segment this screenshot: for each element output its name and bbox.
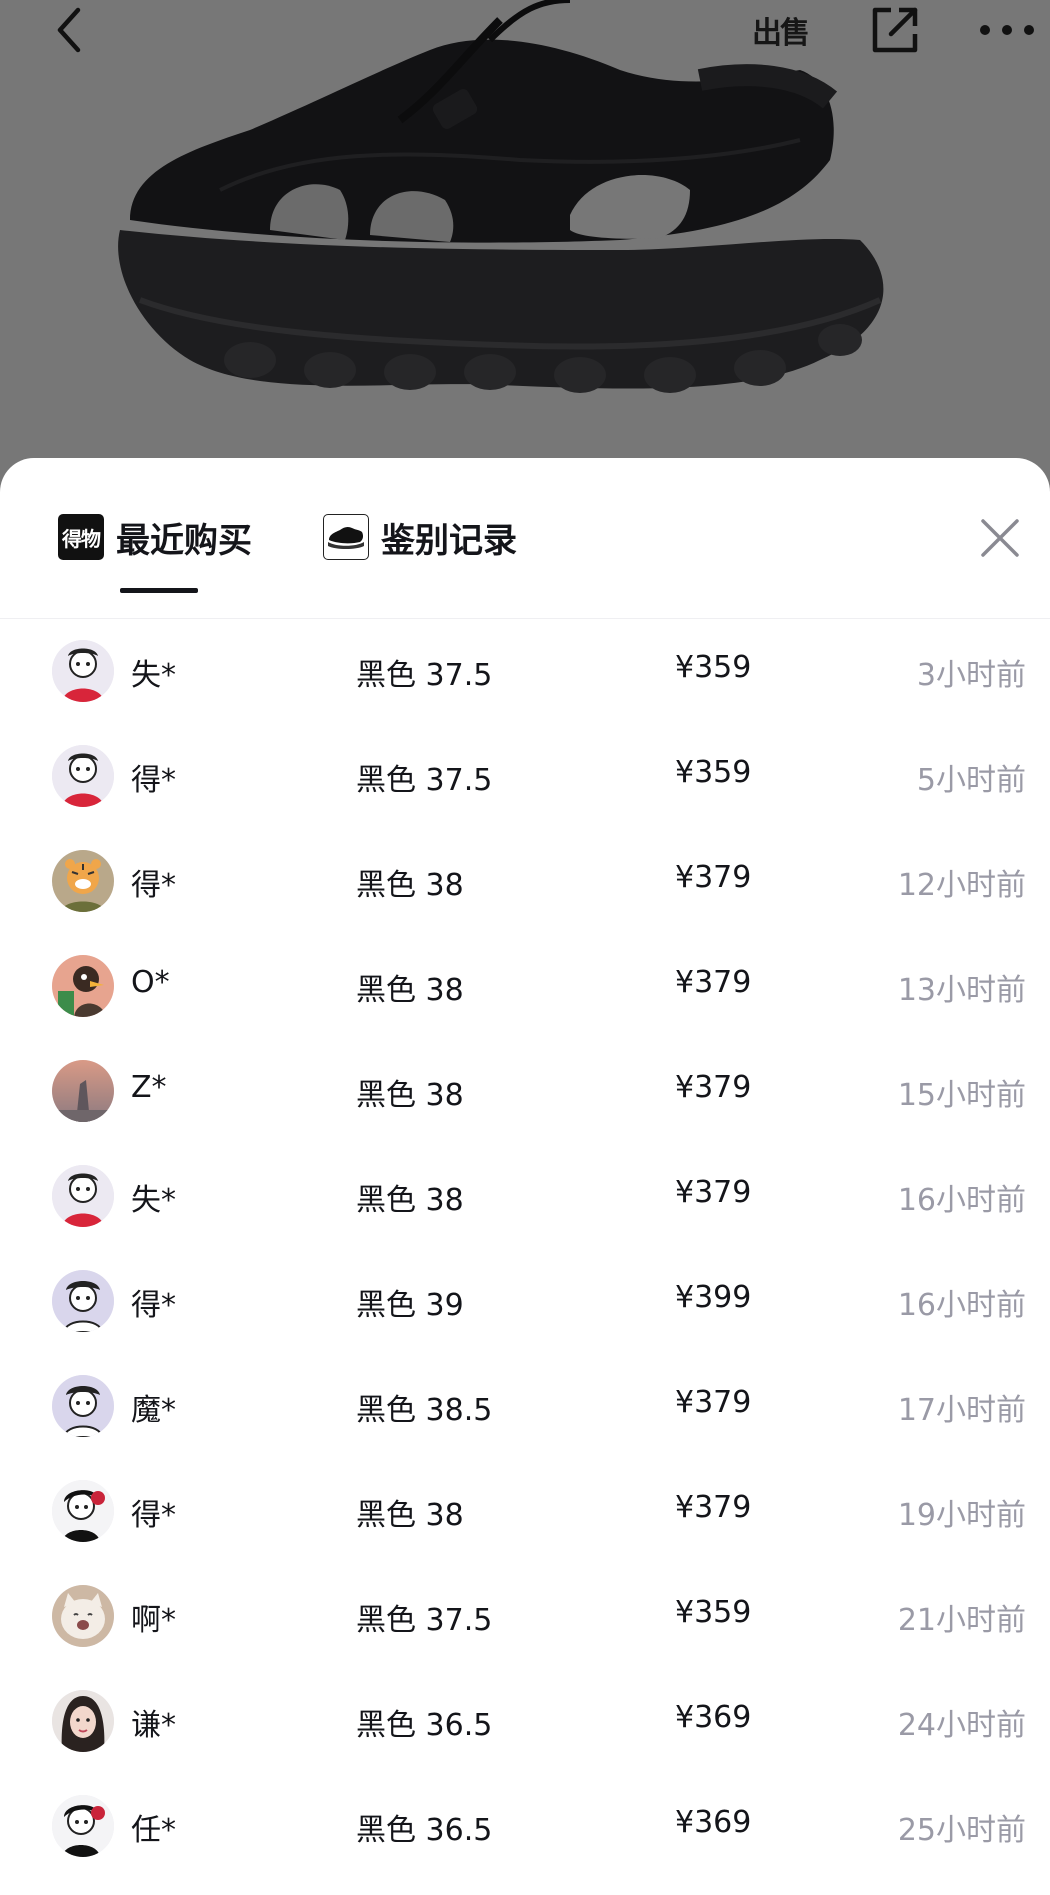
cartoon-lavender-avatar <box>52 1270 114 1332</box>
item-price: ¥359 <box>675 650 752 685</box>
item-price: ¥359 <box>675 1595 752 1630</box>
tiger-avatar <box>52 850 114 912</box>
buyer-name: 啊* <box>131 1603 176 1638</box>
buyer-name: O* <box>131 965 170 1000</box>
purchase-row: 魔* 黑色 38.5 ¥379 17小时前 <box>0 1353 1050 1458</box>
purchase-row: 啊* 黑色 37.5 ¥359 21小时前 <box>0 1563 1050 1668</box>
dewu-logo: 得物 <box>58 514 104 560</box>
purchase-time: 3小时前 <box>916 658 1026 693</box>
buyer-name: 魔* <box>131 1393 176 1428</box>
item-spec: 黑色 38 <box>356 1498 464 1533</box>
buyer-name: 任* <box>131 1813 176 1848</box>
purchase-row: Z* 黑色 38 ¥379 15小时前 <box>0 1038 1050 1143</box>
back-button[interactable] <box>40 0 100 60</box>
sunset-photo-avatar <box>52 1060 114 1122</box>
purchase-time: 13小时前 <box>897 973 1026 1008</box>
item-spec: 黑色 37.5 <box>356 658 493 693</box>
dewu-logo-text: 得物 <box>62 526 101 551</box>
buyer-name: 得* <box>131 1498 176 1533</box>
purchase-time: 5小时前 <box>916 763 1026 798</box>
item-spec: 黑色 37.5 <box>356 763 493 798</box>
purchase-time: 16小时前 <box>897 1288 1026 1323</box>
close-button[interactable] <box>978 516 1022 560</box>
sell-button[interactable]: 出售 <box>740 0 820 60</box>
purchase-time: 12小时前 <box>897 868 1026 903</box>
purchase-time: 17小时前 <box>897 1393 1026 1428</box>
purchase-row: 得* 黑色 38 ¥379 12小时前 <box>0 828 1050 933</box>
buyer-name: 谦* <box>131 1708 176 1743</box>
buyer-name: 得* <box>131 763 176 798</box>
purchase-row: 失* 黑色 37.5 ¥359 3小时前 <box>0 618 1050 723</box>
item-spec: 黑色 38 <box>356 1183 464 1218</box>
tab-appraisal-records-label: 鉴别记录 <box>381 520 517 561</box>
purchase-row: 失* 黑色 38 ¥379 16小时前 <box>0 1143 1050 1248</box>
share-button[interactable] <box>862 0 928 60</box>
purchase-row: 谦* 黑色 36.5 ¥369 24小时前 <box>0 1668 1050 1773</box>
item-price: ¥369 <box>675 1700 752 1735</box>
shoe-thumbnail-icon <box>323 514 369 560</box>
item-price: ¥379 <box>675 1175 752 1210</box>
item-spec: 黑色 36.5 <box>356 1708 493 1743</box>
tab-appraisal-records[interactable]: 鉴别记录 <box>323 512 517 562</box>
active-tab-indicator <box>120 588 198 593</box>
item-price: ¥399 <box>675 1280 752 1315</box>
purchase-list: 失* 黑色 37.5 ¥359 3小时前 得* 黑色 37.5 ¥359 5小时… <box>0 618 1050 1878</box>
share-external-icon <box>872 7 918 53</box>
buyer-name: Z* <box>131 1070 167 1105</box>
buyer-name: 失* <box>131 658 176 693</box>
close-icon <box>981 519 1019 557</box>
cartoon-bw-avatar <box>52 1795 114 1857</box>
purchase-time: 21小时前 <box>897 1603 1026 1638</box>
item-spec: 黑色 38 <box>356 868 464 903</box>
cartoon-red-avatar <box>52 1165 114 1227</box>
cartoon-red-avatar <box>52 745 114 807</box>
duck-avatar <box>52 955 114 1017</box>
girl-photo-avatar <box>52 1690 114 1752</box>
purchase-row: 得* 黑色 39 ¥399 16小时前 <box>0 1248 1050 1353</box>
purchase-time: 16小时前 <box>897 1183 1026 1218</box>
item-spec: 黑色 39 <box>356 1288 464 1323</box>
purchase-time: 24小时前 <box>897 1708 1026 1743</box>
item-spec: 黑色 38 <box>356 973 464 1008</box>
chevron-left-icon <box>57 7 81 53</box>
sell-label: 出售 <box>752 16 810 51</box>
purchase-row: 任* 黑色 36.5 ¥369 25小时前 <box>0 1773 1050 1878</box>
cat-photo-avatar <box>52 1585 114 1647</box>
purchase-time: 19小时前 <box>897 1498 1026 1533</box>
tab-recent-purchases[interactable]: 得物 最近购买 <box>58 512 252 562</box>
cartoon-red-avatar <box>52 640 114 702</box>
item-price: ¥359 <box>675 755 752 790</box>
item-spec: 黑色 38.5 <box>356 1393 493 1428</box>
recent-purchases-sheet: 得物 最近购买 鉴别记录 失* 黑色 37.5 ¥359 3小时前 得* 黑色 … <box>0 458 1050 1895</box>
purchase-row: 得* 黑色 37.5 ¥359 5小时前 <box>0 723 1050 828</box>
item-price: ¥379 <box>675 860 752 895</box>
tab-recent-purchases-label: 最近购买 <box>116 520 252 561</box>
item-spec: 黑色 38 <box>356 1078 464 1113</box>
buyer-name: 得* <box>131 868 176 903</box>
more-button[interactable] <box>972 0 1042 60</box>
more-dots-icon <box>980 25 1034 35</box>
purchase-row: 得* 黑色 38 ¥379 19小时前 <box>0 1458 1050 1563</box>
item-price: ¥379 <box>675 965 752 1000</box>
purchase-time: 15小时前 <box>897 1078 1026 1113</box>
purchase-row: O* 黑色 38 ¥379 13小时前 <box>0 933 1050 1038</box>
tab-bar: 得物 最近购买 鉴别记录 <box>0 458 1050 619</box>
cartoon-lavender-avatar <box>52 1375 114 1437</box>
item-spec: 黑色 36.5 <box>356 1813 493 1848</box>
item-price: ¥379 <box>675 1385 752 1420</box>
cartoon-bw-avatar <box>52 1480 114 1542</box>
buyer-name: 失* <box>131 1183 176 1218</box>
product-hero: 出售 <box>0 0 1050 500</box>
item-price: ¥379 <box>675 1490 752 1525</box>
purchase-time: 25小时前 <box>897 1813 1026 1848</box>
product-sandal-image <box>118 0 884 393</box>
item-price: ¥379 <box>675 1070 752 1105</box>
buyer-name: 得* <box>131 1288 176 1323</box>
item-price: ¥369 <box>675 1805 752 1840</box>
item-spec: 黑色 37.5 <box>356 1603 493 1638</box>
